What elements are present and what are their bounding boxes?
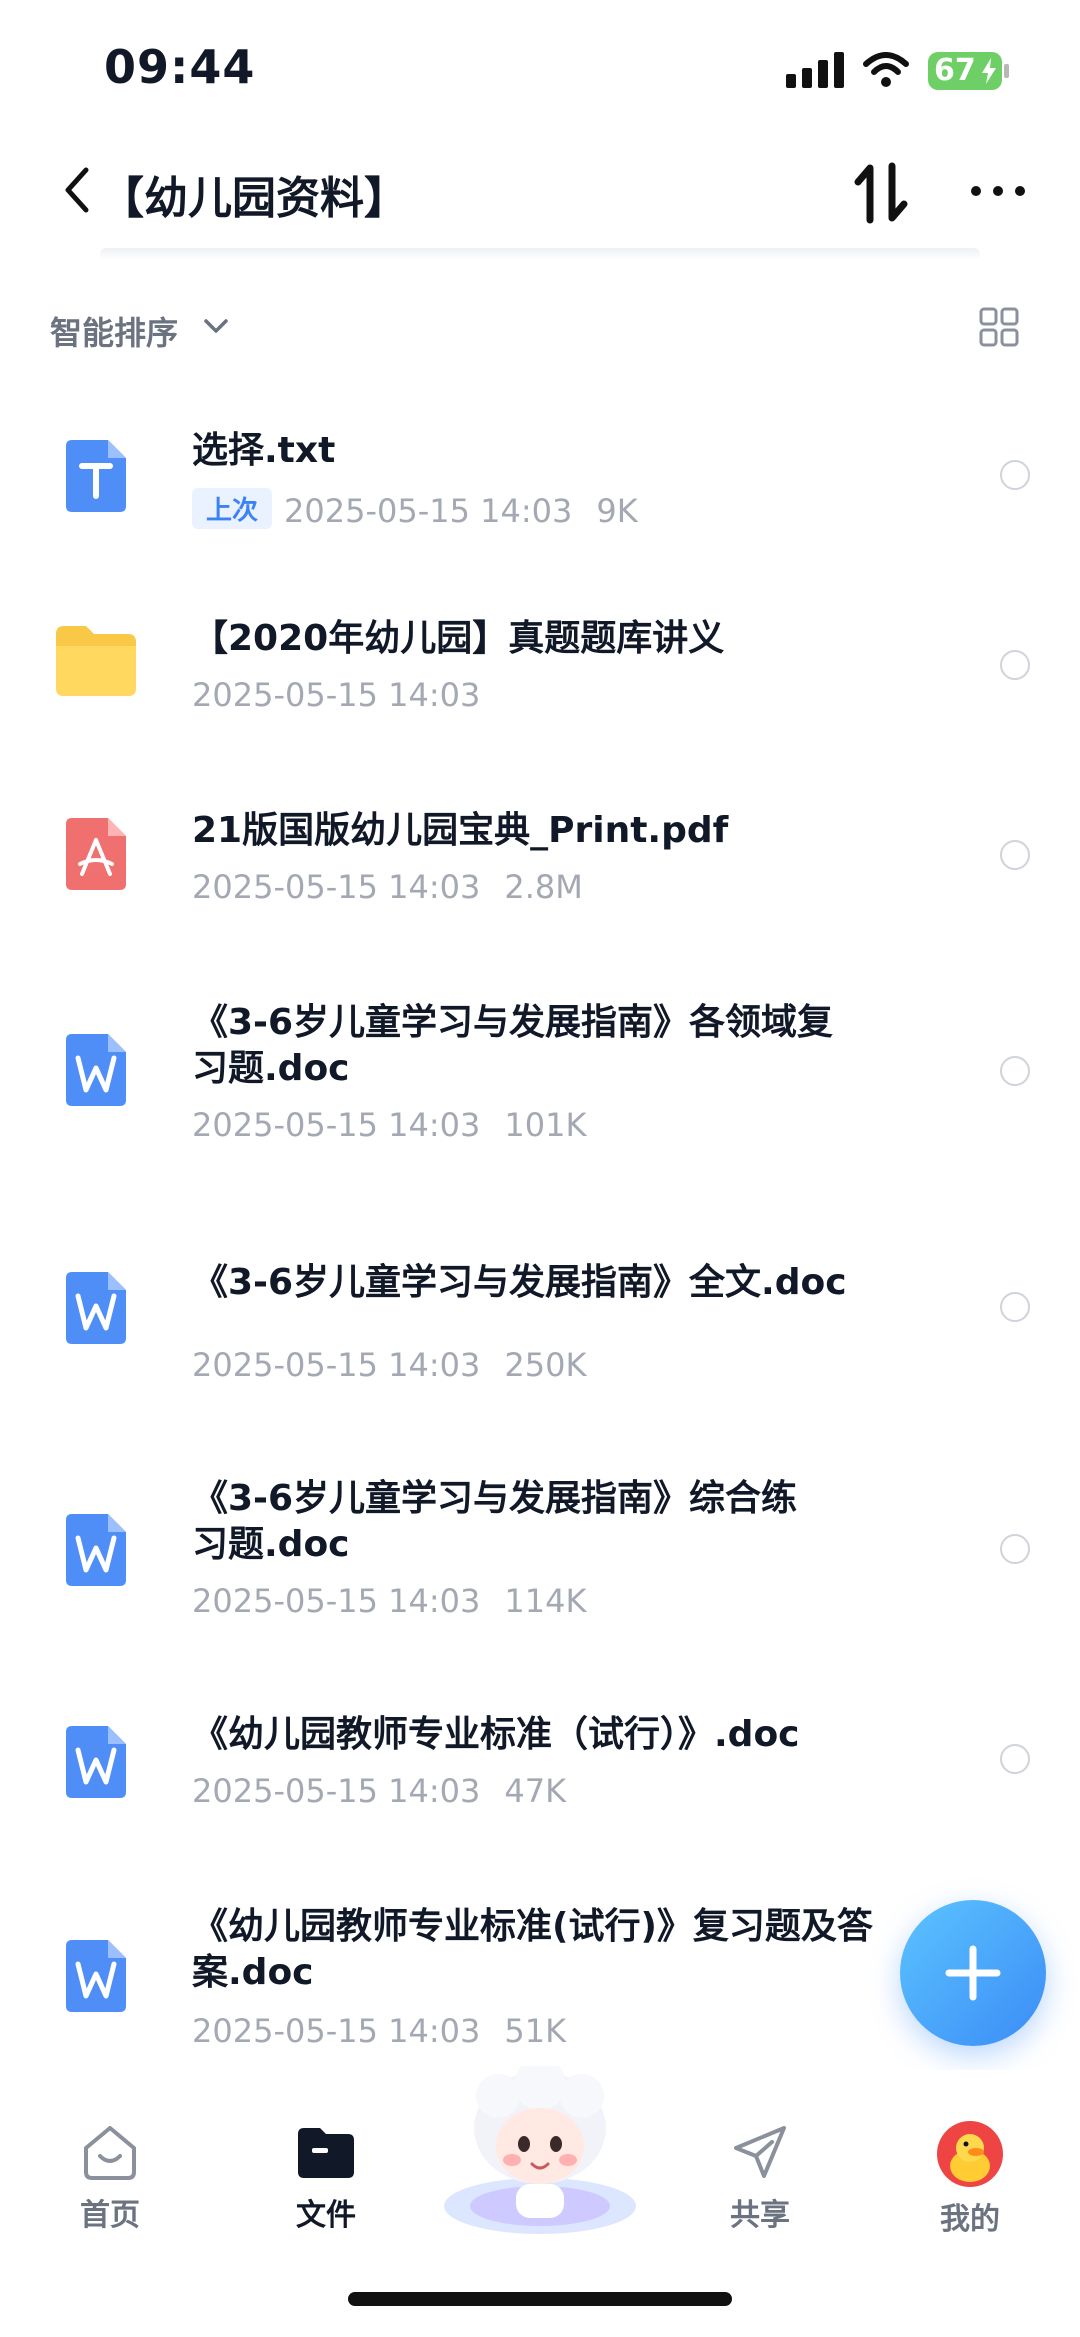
- sort-dropdown[interactable]: 智能排序: [50, 308, 178, 354]
- bottom-nav: 首页 文件 共享 我的: [0, 2066, 1080, 2270]
- file-size: 250K: [504, 1346, 587, 1384]
- wifi-icon: [863, 52, 909, 87]
- file-meta: 2025-05-15 14:03: [192, 676, 480, 714]
- status-time: 09:44: [104, 40, 256, 94]
- nav-home[interactable]: 首页: [50, 2120, 170, 2234]
- folder-icon: [298, 2128, 354, 2178]
- file-row[interactable]: 选择.txt 上次 2025-05-15 14:03 9K: [0, 420, 1080, 570]
- back-icon[interactable]: [56, 160, 96, 220]
- more-icon[interactable]: [968, 176, 1028, 206]
- word-file-icon: [66, 1940, 126, 2012]
- file-name: 21版国版幼儿园宝典_Print.pdf: [192, 810, 729, 851]
- select-checkbox[interactable]: [1000, 1744, 1030, 1774]
- nav-label: 我的: [940, 2202, 1000, 2237]
- file-meta: 2025-05-15 14:03 2.8M: [192, 868, 583, 906]
- home-icon: [84, 2126, 136, 2180]
- word-file-icon: [66, 1034, 126, 1106]
- grid-view-icon[interactable]: [978, 306, 1020, 348]
- file-row[interactable]: 《3-6岁儿童学习与发展指南》全文.doc 2025-05-15 14:03 25…: [0, 1260, 1080, 1410]
- file-date: 2025-05-15 14:03: [192, 868, 481, 906]
- battery-icon: 67: [928, 52, 1002, 90]
- sort-row: 智能排序: [0, 296, 1080, 356]
- file-name: 《幼儿园教师专业标准(试行)》复习题及答案.doc: [192, 1906, 873, 1993]
- battery-tip: [1004, 64, 1009, 78]
- file-row[interactable]: 21版国版幼儿园宝典_Print.pdf 2025-05-15 14:03 2.8…: [0, 800, 1080, 950]
- select-checkbox[interactable]: [1000, 650, 1030, 680]
- file-date: 2025-05-15 14:03: [192, 1106, 481, 1144]
- file-name: 选择.txt: [192, 430, 336, 471]
- word-file-icon: [66, 1514, 126, 1586]
- file-date: 2025-05-15 14:03: [192, 1582, 481, 1620]
- nav-label: 共享: [730, 2198, 790, 2233]
- avatar: [937, 2121, 1003, 2187]
- page-title: 【幼儿园资料】: [100, 173, 408, 224]
- file-date: 2025-05-15 14:03: [192, 1346, 481, 1384]
- file-row[interactable]: 《幼儿园教师专业标准（试行）》.doc 2025-05-15 14:03 47K: [0, 1712, 1080, 1862]
- nav-label: 首页: [80, 2198, 140, 2233]
- select-checkbox[interactable]: [1000, 460, 1030, 490]
- header-divider: [100, 248, 980, 260]
- file-name: 【2020年幼儿园】真题题库讲义: [192, 618, 725, 659]
- status-bar: 09:44 67: [0, 0, 1080, 130]
- file-name: 《3-6岁儿童学习与发展指南》综合练习题.doc: [192, 1478, 798, 1565]
- file-size: 114K: [504, 1582, 587, 1620]
- file-meta: 2025-05-15 14:03 51K: [192, 2012, 566, 2050]
- select-checkbox[interactable]: [1000, 840, 1030, 870]
- file-size: 47K: [504, 1772, 567, 1810]
- add-button[interactable]: [900, 1900, 1046, 2046]
- file-name: 《幼儿园教师专业标准（试行）》.doc: [192, 1714, 800, 1755]
- file-row[interactable]: 【2020年幼儿园】真题题库讲义 2025-05-15 14:03: [0, 610, 1080, 760]
- file-size: 2.8M: [504, 868, 583, 906]
- nav-share[interactable]: 共享: [700, 2120, 820, 2234]
- signal-icon: [786, 52, 844, 88]
- file-date: 2025-05-15 14:03: [192, 676, 481, 714]
- battery-level: 67: [934, 53, 976, 88]
- nav-label: 文件: [296, 2198, 356, 2233]
- plus-icon: [945, 1945, 1001, 2001]
- home-indicator: [348, 2292, 732, 2306]
- file-meta: 2025-05-15 14:03 114K: [192, 1582, 586, 1620]
- select-checkbox[interactable]: [1000, 1056, 1030, 1086]
- word-file-icon: [66, 1272, 126, 1344]
- nav-me[interactable]: 我的: [910, 2120, 1030, 2238]
- select-checkbox[interactable]: [1000, 1292, 1030, 1322]
- header: 【幼儿园资料】: [0, 140, 1080, 250]
- file-size: 51K: [504, 2012, 567, 2050]
- file-row[interactable]: 《3-6岁儿童学习与发展指南》综合练习题.doc 2025-05-15 14:0…: [0, 1476, 1080, 1666]
- nav-files[interactable]: 文件: [266, 2120, 386, 2234]
- file-row[interactable]: 《3-6岁儿童学习与发展指南》各领域复习题.doc 2025-05-15 14:…: [0, 1000, 1080, 1190]
- file-date: 2025-05-15 14:03: [284, 492, 573, 530]
- txt-file-icon: [66, 440, 126, 512]
- file-date: 2025-05-15 14:03: [192, 1772, 481, 1810]
- file-date: 2025-05-15 14:03: [192, 2012, 481, 2050]
- file-meta: 2025-05-15 14:03 47K: [192, 1772, 566, 1810]
- charging-icon: [982, 58, 996, 84]
- select-checkbox[interactable]: [1000, 1534, 1030, 1564]
- file-size: 9K: [596, 492, 638, 530]
- sort-order-icon[interactable]: [852, 160, 912, 226]
- mascot-icon[interactable]: [440, 2066, 640, 2236]
- file-meta: 上次 2025-05-15 14:03 9K: [192, 488, 638, 530]
- chevron-down-icon[interactable]: [202, 316, 230, 336]
- folder-icon: [56, 626, 136, 696]
- recent-badge: 上次: [192, 488, 273, 529]
- file-meta: 2025-05-15 14:03 101K: [192, 1106, 586, 1144]
- file-meta: 2025-05-15 14:03 250K: [192, 1346, 586, 1384]
- pdf-file-icon: [66, 818, 126, 890]
- word-file-icon: [66, 1726, 126, 1798]
- file-name: 《3-6岁儿童学习与发展指南》各领域复习题.doc: [192, 1002, 834, 1089]
- file-size: 101K: [504, 1106, 587, 1144]
- share-icon: [734, 2126, 786, 2178]
- file-name: 《3-6岁儿童学习与发展指南》全文.doc: [192, 1262, 847, 1303]
